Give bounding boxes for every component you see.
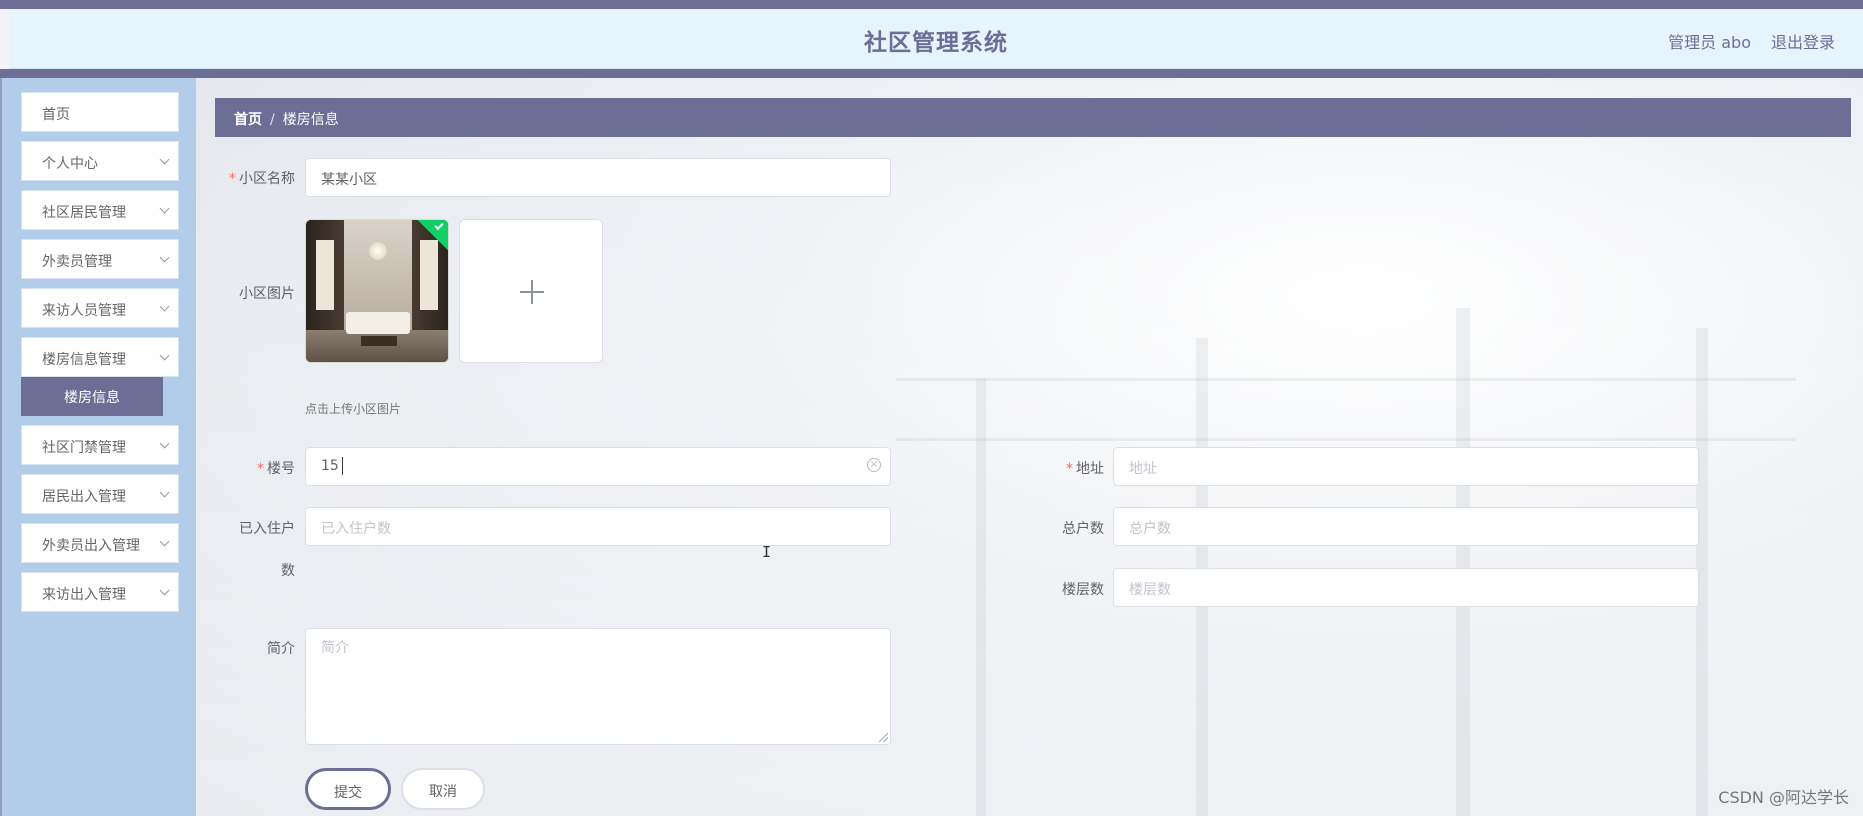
label-text: 楼号 <box>267 461 295 477</box>
sidebar-item-label: 首页 <box>42 107 70 123</box>
logout-link[interactable]: 退出登录 <box>1771 29 1835 53</box>
sidebar-item-label: 外卖员管理 <box>42 254 112 270</box>
label-text: 已入住户 <box>239 521 295 537</box>
building-no-input[interactable]: 15 × <box>305 447 891 486</box>
background-decoration <box>1456 308 1470 816</box>
label-text: 小区名称 <box>239 171 295 187</box>
sidebar-item-access-control[interactable]: 社区门禁管理 <box>21 425 179 465</box>
sidebar-item-residents[interactable]: 社区居民管理 <box>21 190 179 230</box>
sidebar-item-label: 居民出入管理 <box>42 489 126 505</box>
label-text: 数 <box>281 563 295 579</box>
breadcrumb-home[interactable]: 首页 <box>234 112 262 128</box>
label-text: 地址 <box>1076 461 1104 477</box>
sidebar-item-home[interactable]: 首页 <box>21 92 179 132</box>
image-part <box>316 240 334 310</box>
chevron-down-icon <box>159 438 170 449</box>
community-name-input[interactable]: 某某小区 <box>305 158 891 197</box>
required-asterisk: * <box>1066 461 1073 477</box>
background-decoration <box>896 378 1796 381</box>
address-label: * 地址 <box>1024 458 1104 478</box>
total-households-label: 总户数 <box>1062 521 1104 537</box>
community-name-label: * 小区名称 <box>215 168 295 188</box>
address-input[interactable]: 地址 <box>1113 447 1699 486</box>
sidebar-item-label: 社区居民管理 <box>42 205 126 221</box>
community-image-thumbnail[interactable] <box>305 219 449 363</box>
community-image-label: 小区图片 <box>239 286 295 302</box>
breadcrumb-separator: / <box>270 112 275 128</box>
chevron-down-icon <box>159 154 170 165</box>
upload-hint: 点击上传小区图片 <box>305 402 402 416</box>
app-title: 社区管理系统 <box>864 30 1008 56</box>
sidebar-item-visitors[interactable]: 来访人员管理 <box>21 288 179 328</box>
header: 社区管理系统 管理员 abo 退出登录 <box>9 9 1863 69</box>
text-caret <box>342 457 343 475</box>
chevron-down-icon <box>159 203 170 214</box>
sidebar: 首页 个人中心 社区居民管理 外卖员管理 来访人员管理 楼房信息管理 楼房信息 … <box>0 78 196 816</box>
sidebar-item-label: 来访人员管理 <box>42 303 126 319</box>
header-divider <box>0 69 1863 78</box>
image-part <box>368 242 388 260</box>
required-asterisk: * <box>229 171 236 187</box>
occupied-households-label: 已入住户 数 <box>215 518 295 580</box>
top-strip <box>0 0 1863 9</box>
sidebar-item-label: 外卖员出入管理 <box>42 538 140 554</box>
watermark: CSDN @阿达学长 <box>1718 788 1849 807</box>
background-decoration <box>976 378 986 816</box>
sidebar-subitem-building-info[interactable]: 楼房信息 <box>21 377 163 416</box>
image-upload-button[interactable] <box>459 219 603 363</box>
sidebar-item-label: 社区门禁管理 <box>42 440 126 456</box>
textarea-placeholder: 简介 <box>321 640 349 656</box>
sidebar-item-label: 来访出入管理 <box>42 587 126 603</box>
sidebar-item-label: 个人中心 <box>42 156 98 172</box>
submit-button[interactable]: 提交 <box>305 768 391 810</box>
sidebar-item-couriers[interactable]: 外卖员管理 <box>21 239 179 279</box>
plus-icon <box>531 280 533 304</box>
resize-handle[interactable] <box>879 733 888 742</box>
required-asterisk: * <box>257 461 264 477</box>
sidebar-item-visitor-entries[interactable]: 来访出入管理 <box>21 572 179 612</box>
text-cursor-icon: I <box>762 543 772 561</box>
cancel-button[interactable]: 取消 <box>401 768 485 810</box>
breadcrumb-current: 楼房信息 <box>282 112 339 128</box>
floors-input[interactable]: 楼层数 <box>1113 568 1699 607</box>
occupied-households-input[interactable]: 已入住户数 <box>305 507 891 546</box>
sidebar-item-personal-center[interactable]: 个人中心 <box>21 141 179 181</box>
current-user: 管理员 abo <box>1668 33 1751 52</box>
image-part <box>346 312 410 334</box>
chevron-down-icon <box>159 487 170 498</box>
breadcrumb: 首页 / 楼房信息 <box>215 98 1851 137</box>
sidebar-item-resident-entries[interactable]: 居民出入管理 <box>21 474 179 514</box>
total-households-input[interactable]: 总户数 <box>1113 507 1699 546</box>
building-no-label: * 楼号 <box>215 458 295 478</box>
image-part <box>420 240 438 310</box>
chevron-down-icon <box>159 350 170 361</box>
intro-label: 简介 <box>267 641 295 657</box>
sidebar-item-label: 楼房信息管理 <box>42 352 126 368</box>
chevron-down-icon <box>159 252 170 263</box>
sidebar-item-courier-entries[interactable]: 外卖员出入管理 <box>21 523 179 563</box>
chevron-down-icon <box>159 536 170 547</box>
floors-label: 楼层数 <box>1062 582 1104 598</box>
chevron-down-icon <box>159 301 170 312</box>
main-content: 首页 / 楼房信息 * 小区名称 某某小区 小区图片 点击上传小区图片 * 楼号 15 … <box>196 78 1863 816</box>
intro-textarea[interactable]: 简介 <box>305 628 891 745</box>
clear-icon[interactable]: × <box>867 458 881 472</box>
background-decoration <box>896 438 1796 441</box>
sidebar-item-buildings[interactable]: 楼房信息管理 <box>21 337 179 377</box>
chevron-down-icon <box>159 585 170 596</box>
image-part <box>306 330 448 362</box>
input-value: 15 <box>321 458 339 474</box>
image-part <box>361 336 397 346</box>
